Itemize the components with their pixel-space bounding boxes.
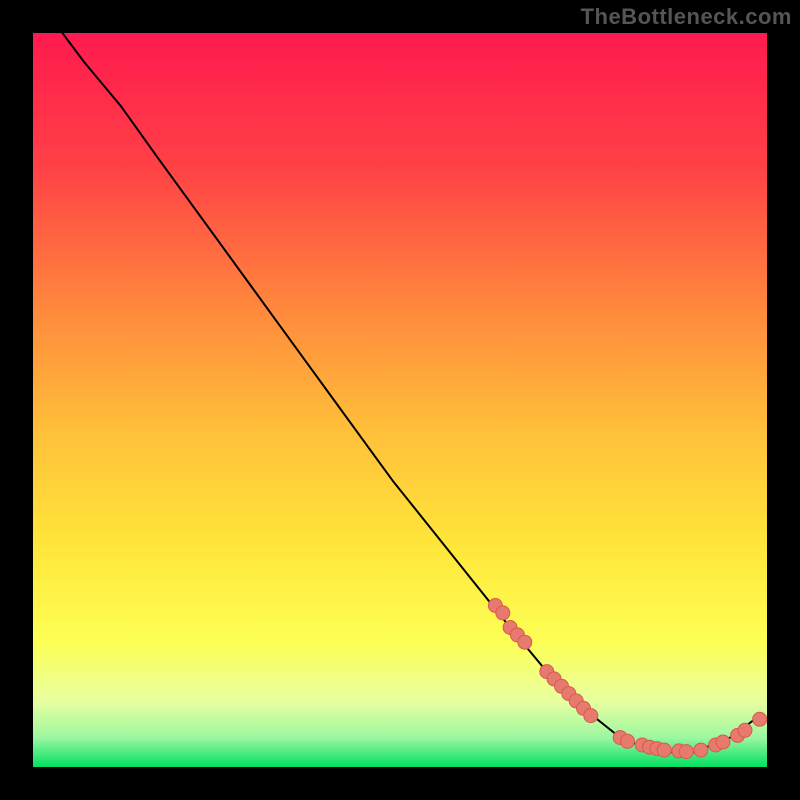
data-point — [547, 672, 561, 686]
data-point — [613, 731, 627, 745]
data-point — [738, 723, 752, 737]
data-point — [709, 738, 723, 752]
data-point — [577, 701, 591, 715]
data-point — [518, 635, 532, 649]
data-point — [540, 665, 554, 679]
data-point — [753, 712, 767, 726]
data-point — [584, 709, 598, 723]
data-point — [672, 744, 686, 758]
data-point — [650, 742, 664, 756]
plot-area — [33, 33, 767, 767]
data-point — [657, 743, 671, 757]
data-point — [716, 735, 730, 749]
data-point — [635, 738, 649, 752]
data-point — [496, 606, 510, 620]
data-point — [643, 740, 657, 754]
data-point — [562, 687, 576, 701]
data-point — [694, 743, 708, 757]
data-point — [679, 745, 693, 759]
data-point — [510, 628, 524, 642]
data-point — [731, 728, 745, 742]
chart-svg — [33, 33, 767, 767]
data-point — [569, 694, 583, 708]
data-point — [555, 679, 569, 693]
watermark-text: TheBottleneck.com — [581, 4, 792, 30]
bottleneck-curve — [62, 33, 759, 752]
data-point — [488, 599, 502, 613]
gradient-background — [33, 33, 767, 767]
chart-root: TheBottleneck.com — [0, 0, 800, 800]
data-point — [621, 734, 635, 748]
data-point — [503, 621, 517, 635]
marker-group — [488, 599, 766, 759]
